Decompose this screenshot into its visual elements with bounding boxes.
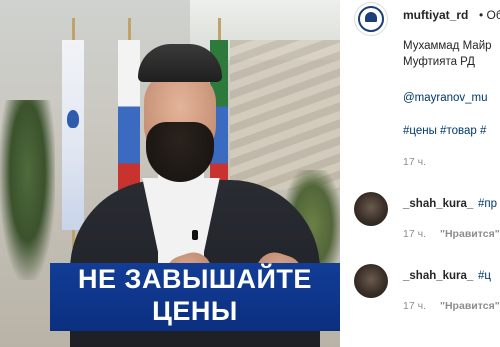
commenter-username[interactable]: _shah_kura_ — [403, 270, 473, 282]
mention-link[interactable]: @mayranov_mu — [403, 92, 488, 104]
commenter-avatar[interactable] — [354, 264, 388, 298]
hashtags[interactable]: #цены #товар # — [403, 125, 486, 137]
video-caption: НЕ ЗАВЫШАЙТЕ ЦЕНЫ — [50, 263, 340, 331]
comment: _shah_kura_ #пр 17 ч. "Нравится" — [340, 190, 500, 250]
post-timestamp[interactable]: 17 ч. — [403, 156, 426, 168]
profile-avatar[interactable] — [354, 2, 388, 36]
comment-hashtag[interactable]: #пр — [478, 198, 497, 210]
follow-link[interactable]: • Об — [479, 8, 500, 22]
like-comment-link[interactable]: "Нравится" — [440, 228, 500, 240]
comment-timestamp[interactable]: 17 ч. — [403, 300, 426, 312]
background-plant — [0, 100, 55, 280]
comment: _shah_kura_ #ц 17 ч. "Нравится" — [340, 262, 500, 322]
lapel-mic — [192, 230, 198, 240]
speaker-cap — [138, 44, 222, 82]
post-media[interactable]: НЕ ЗАВЫШАЙТЕ ЦЕНЫ — [0, 0, 340, 347]
commenter-avatar[interactable] — [354, 192, 388, 226]
caption-line-2: ЦЕНЫ — [152, 296, 238, 326]
post-caption-line-1: Мухаммад Майр — [403, 40, 492, 52]
commenter-username[interactable]: _shah_kura_ — [403, 198, 473, 210]
caption-line-1: НЕ ЗАВЫШАЙТЕ — [78, 264, 312, 294]
post-username[interactable]: muftiyat_rd — [403, 8, 468, 22]
post-caption-line-2: Муфтията РД — [403, 56, 475, 68]
comments-panel: muftiyat_rd • Об Мухаммад Майр Муфтията … — [340, 0, 500, 347]
comment-timestamp[interactable]: 17 ч. — [403, 228, 426, 240]
like-comment-link[interactable]: "Нравится" — [440, 300, 500, 312]
post-header: muftiyat_rd • Об — [340, 0, 500, 36]
comment-hashtag[interactable]: #ц — [478, 270, 491, 282]
mosque-logo-icon — [365, 12, 377, 22]
